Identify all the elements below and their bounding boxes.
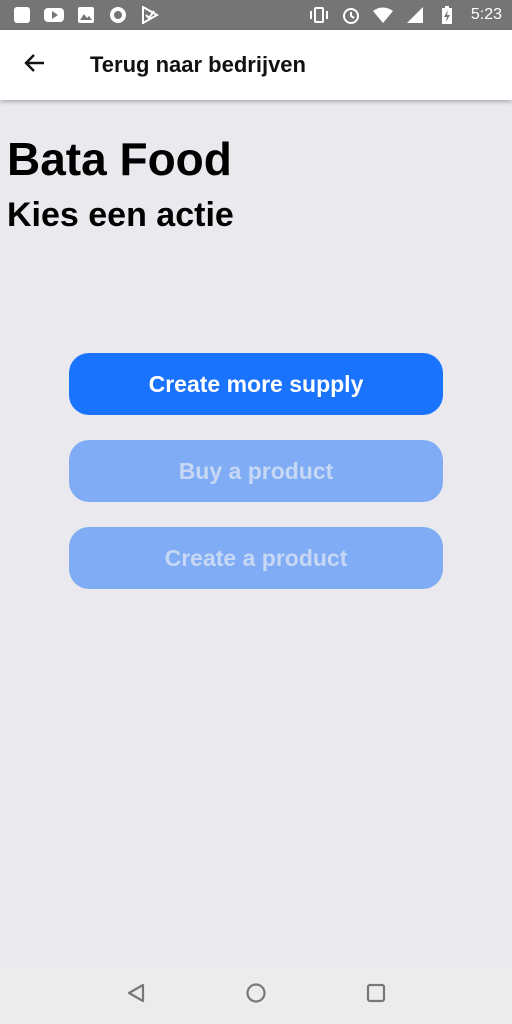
recents-square-icon [365, 982, 387, 1009]
nav-back-button[interactable] [116, 975, 156, 1015]
image-icon [76, 6, 96, 24]
app-icon [12, 6, 32, 24]
nav-home-button[interactable] [236, 975, 276, 1015]
navigation-bar [0, 966, 512, 1024]
battery-icon [437, 6, 457, 24]
record-icon [108, 6, 128, 24]
alarm-icon [341, 6, 361, 24]
arrow-left-icon [23, 51, 47, 80]
status-bar: 5:23 [0, 0, 512, 30]
app-bar-title[interactable]: Terug naar bedrijven [90, 52, 306, 78]
status-right-icons: 5:23 [309, 6, 502, 24]
app-bar: Terug naar bedrijven [0, 30, 512, 100]
company-title: Bata Food [7, 133, 232, 185]
create-more-supply-button[interactable]: Create more supply [69, 353, 443, 415]
youtube-icon [44, 6, 64, 24]
status-left-icons [12, 6, 160, 24]
signal-icon [405, 6, 425, 24]
buy-product-button[interactable]: Buy a product [69, 440, 443, 502]
back-triangle-icon [125, 982, 147, 1009]
create-product-button[interactable]: Create a product [69, 527, 443, 589]
status-time: 5:23 [470, 6, 502, 23]
check-icon [140, 6, 160, 24]
page-subtitle: Kies een actie [7, 196, 234, 234]
back-button[interactable] [0, 30, 70, 100]
home-circle-icon [245, 982, 267, 1009]
nav-recents-button[interactable] [356, 975, 396, 1015]
vibrate-icon [309, 6, 329, 24]
wifi-icon [372, 6, 393, 24]
